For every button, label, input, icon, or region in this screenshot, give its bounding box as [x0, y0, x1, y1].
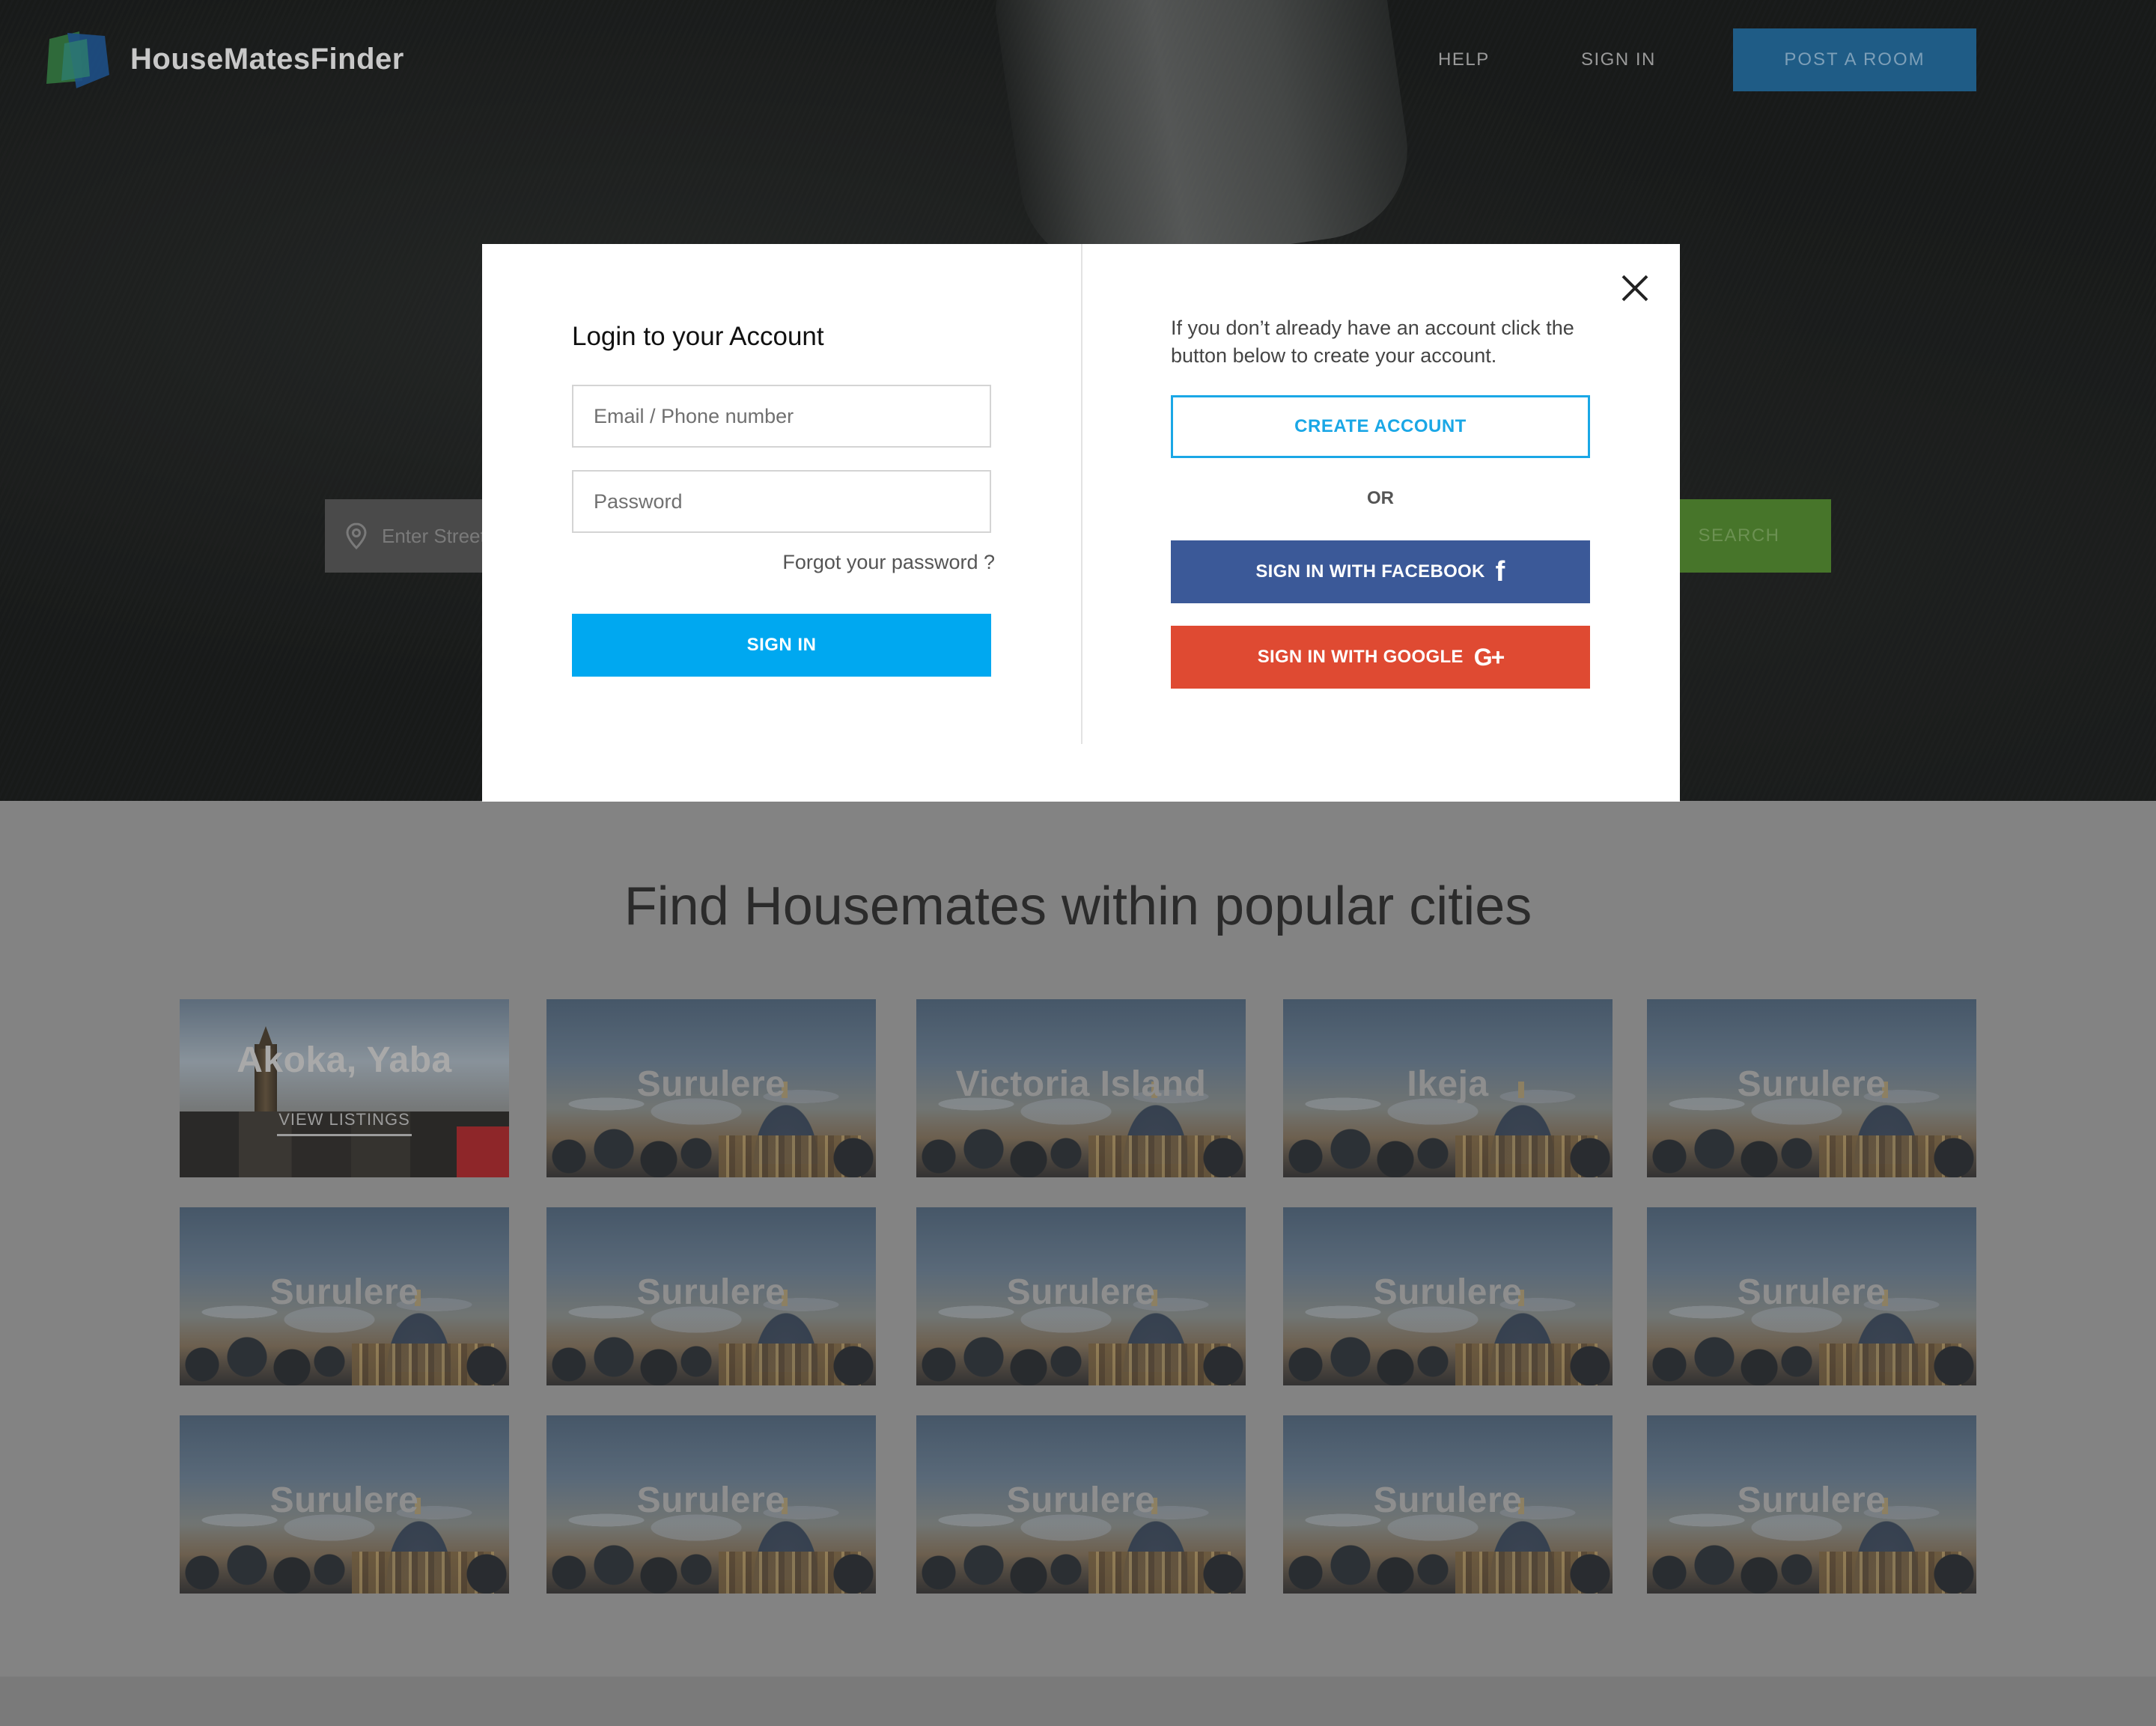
- nav-help-link[interactable]: HELP: [1438, 49, 1490, 70]
- city-name: Surulere: [1006, 1480, 1156, 1520]
- location-pin-icon: [346, 522, 367, 550]
- city-card[interactable]: Surulere: [1647, 1207, 1976, 1385]
- facebook-icon: f: [1495, 556, 1505, 588]
- city-name: Surulere: [270, 1272, 419, 1312]
- google-plus-icon: G+: [1473, 644, 1505, 671]
- city-name: Surulere: [1006, 1272, 1156, 1312]
- city-card[interactable]: Surulere: [546, 1415, 876, 1594]
- create-account-button[interactable]: CREATE ACCOUNT: [1171, 395, 1590, 458]
- forgot-password-link[interactable]: Forgot your password ?: [572, 551, 995, 574]
- email-phone-field[interactable]: [572, 385, 991, 448]
- city-name: Surulere: [270, 1480, 419, 1520]
- city-card[interactable]: Surulere: [1283, 1415, 1613, 1594]
- city-card[interactable]: Surulere: [916, 1415, 1246, 1594]
- close-icon[interactable]: [1617, 270, 1653, 306]
- google-button-label: SIGN IN WITH GOOGLE: [1257, 647, 1464, 667]
- login-modal: Login to your Account Forgot your passwo…: [482, 244, 1680, 802]
- post-a-room-button[interactable]: POST A ROOM: [1733, 28, 1976, 91]
- or-separator: OR: [1367, 488, 1394, 508]
- city-card[interactable]: Surulere: [916, 1207, 1246, 1385]
- sign-in-google-button[interactable]: SIGN IN WITH GOOGLE G+: [1171, 626, 1590, 689]
- section-title: Find Housemates within popular cities: [624, 876, 1532, 936]
- city-card[interactable]: Surulere: [180, 1415, 509, 1594]
- city-card[interactable]: Victoria Island: [916, 999, 1246, 1177]
- footer-band: [0, 1677, 2156, 1726]
- nav-sign-in-link[interactable]: SIGN IN: [1581, 49, 1656, 70]
- create-account-info: If you don’t already have an account cli…: [1171, 317, 1574, 367]
- city-card[interactable]: Surulere: [1647, 999, 1976, 1177]
- sign-in-facebook-button[interactable]: SIGN IN WITH FACEBOOK f: [1171, 540, 1590, 603]
- city-name: Surulere: [1737, 1480, 1886, 1520]
- city-name: Victoria Island: [955, 1064, 1207, 1104]
- city-name: Surulere: [636, 1480, 786, 1520]
- brand-logo[interactable]: HouseMatesFinder: [42, 28, 404, 90]
- city-name: Akoka, Yaba: [237, 1040, 452, 1080]
- city-name: Surulere: [1737, 1064, 1886, 1104]
- city-card[interactable]: Akoka, Yaba VIEW LISTINGS: [180, 999, 509, 1177]
- logo-icon: [42, 28, 112, 90]
- login-title: Login to your Account: [572, 322, 824, 351]
- password-field[interactable]: [572, 470, 991, 533]
- brand-name: HouseMatesFinder: [130, 42, 404, 76]
- city-card[interactable]: Surulere: [180, 1207, 509, 1385]
- city-name: Surulere: [1373, 1480, 1523, 1520]
- city-card[interactable]: Surulere: [546, 999, 876, 1177]
- city-name: Surulere: [636, 1272, 786, 1312]
- city-card[interactable]: Surulere: [546, 1207, 876, 1385]
- modal-divider: [1081, 244, 1082, 744]
- city-card[interactable]: Surulere: [1647, 1415, 1976, 1594]
- city-card[interactable]: Ikeja: [1283, 999, 1613, 1177]
- facebook-button-label: SIGN IN WITH FACEBOOK: [1255, 561, 1485, 582]
- city-name: Surulere: [636, 1064, 786, 1104]
- sign-in-button[interactable]: SIGN IN: [572, 614, 991, 677]
- city-name: Surulere: [1373, 1272, 1523, 1312]
- tile-overlay: [180, 999, 509, 1177]
- city-name: Ikeja: [1407, 1064, 1489, 1104]
- city-name: Surulere: [1737, 1272, 1886, 1312]
- city-card[interactable]: Surulere: [1283, 1207, 1613, 1385]
- view-listings-link[interactable]: VIEW LISTINGS: [277, 1110, 412, 1136]
